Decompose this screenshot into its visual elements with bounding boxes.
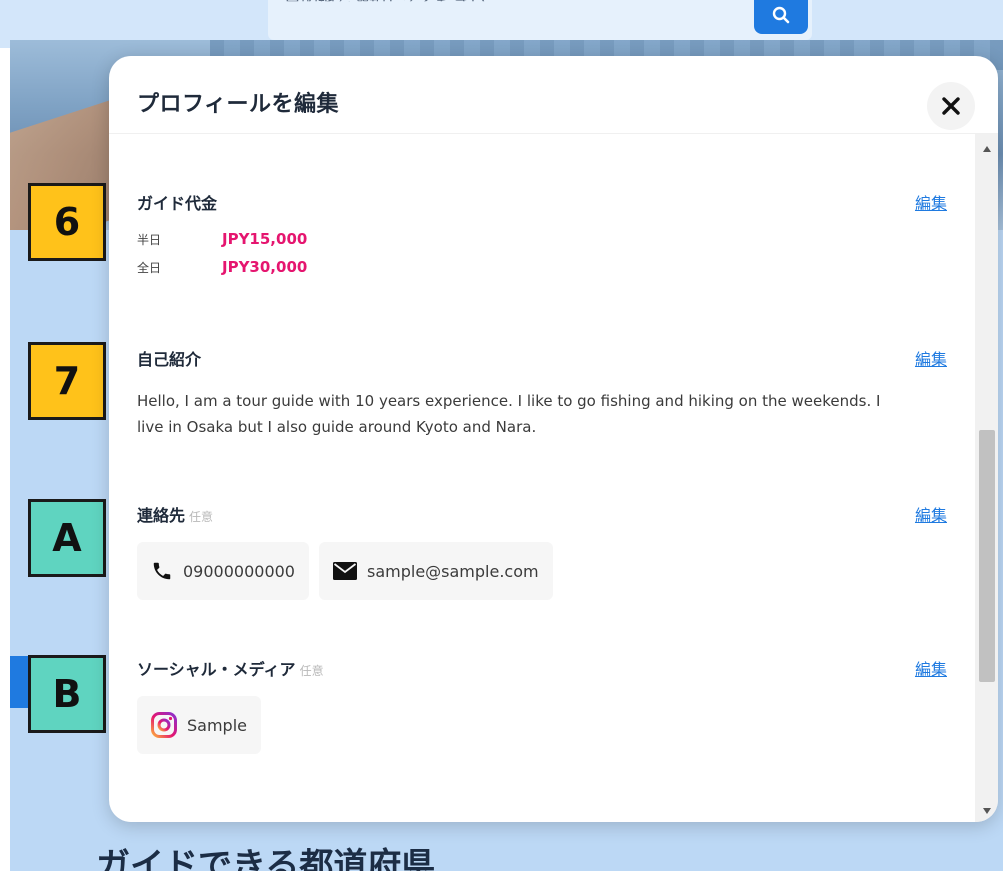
contact-optional-tag: 任意 (189, 510, 214, 524)
edit-profile-modal: プロフィールを編集 ガイド代金 編集 半日 JPY15,000 全日 JPY30… (109, 56, 998, 822)
marker-a: A (28, 499, 106, 577)
modal-scrollbar[interactable] (975, 134, 998, 822)
triangle-down-icon (982, 808, 991, 814)
background-left-strip (0, 0, 10, 871)
half-day-row: 半日 JPY15,000 (137, 228, 947, 250)
contact-edit-link[interactable]: 編集 (915, 502, 947, 526)
social-media-section: ソーシャル・メディア 任意 編集 Sample (137, 656, 947, 754)
guide-fee-edit-link[interactable]: 編集 (915, 190, 947, 214)
scroll-down-arrow[interactable] (975, 802, 998, 820)
search-button[interactable] (754, 0, 808, 34)
social-edit-link[interactable]: 編集 (915, 656, 947, 680)
close-button[interactable] (927, 82, 975, 130)
guide-fee-title: ガイド代金 (137, 194, 218, 213)
modal-body: ガイド代金 編集 半日 JPY15,000 全日 JPY30,000 自己紹介 … (109, 134, 975, 822)
search-icon (772, 6, 790, 24)
instagram-icon (151, 712, 177, 738)
close-icon (942, 97, 960, 115)
self-intro-section: 自己紹介 編集 Hello, I am a tour guide with 10… (137, 346, 947, 440)
contact-section: 連絡先 任意 編集 09000000000 sample@sample.com (137, 502, 947, 600)
marker-7: 7 (28, 342, 106, 420)
marker-b: B (28, 655, 106, 733)
phone-icon (153, 562, 171, 580)
social-optional-tag: 任意 (299, 664, 324, 678)
contact-chips: 09000000000 sample@sample.com (137, 542, 947, 600)
modal-title: プロフィールを編集 (137, 92, 340, 117)
scroll-thumb[interactable] (979, 430, 995, 682)
triangle-up-icon (982, 146, 991, 152)
phone-number: 09000000000 (183, 561, 295, 581)
social-chips: Sample (137, 696, 947, 754)
destination-search-placeholder: 目的地を選択してください (284, 0, 487, 15)
destination-search[interactable]: 目的地を選択してください (268, 0, 812, 40)
social-title-row: ソーシャル・メディア 任意 (137, 656, 947, 680)
contact-title-row: 連絡先 任意 (137, 502, 947, 526)
instagram-handle: Sample (187, 715, 247, 735)
background-accent-mark (10, 656, 28, 708)
email-chip: sample@sample.com (318, 542, 553, 600)
self-intro-title: 自己紹介 (137, 350, 202, 369)
social-title: ソーシャル・メディア (137, 660, 296, 679)
contact-title: 連絡先 (137, 506, 186, 525)
full-day-row: 全日 JPY30,000 (137, 256, 947, 278)
mail-icon (332, 562, 357, 580)
half-day-label: 半日 (137, 232, 162, 247)
full-day-label: 全日 (137, 260, 162, 275)
marker-6: 6 (28, 183, 106, 261)
half-day-price: JPY15,000 (222, 230, 308, 248)
instagram-chip[interactable]: Sample (137, 696, 261, 754)
scroll-up-arrow[interactable] (975, 140, 998, 158)
email-address: sample@sample.com (366, 561, 539, 581)
self-intro-text: Hello, I am a tour guide with 10 years e… (137, 392, 881, 436)
modal-header: プロフィールを編集 (109, 56, 998, 134)
full-day-price: JPY30,000 (222, 258, 308, 276)
self-intro-edit-link[interactable]: 編集 (915, 346, 947, 370)
background-section-heading: ガイドできる都道府県 (96, 846, 436, 871)
guide-fee-section: ガイド代金 編集 半日 JPY15,000 全日 JPY30,000 (137, 190, 947, 278)
phone-chip: 09000000000 (137, 542, 309, 600)
